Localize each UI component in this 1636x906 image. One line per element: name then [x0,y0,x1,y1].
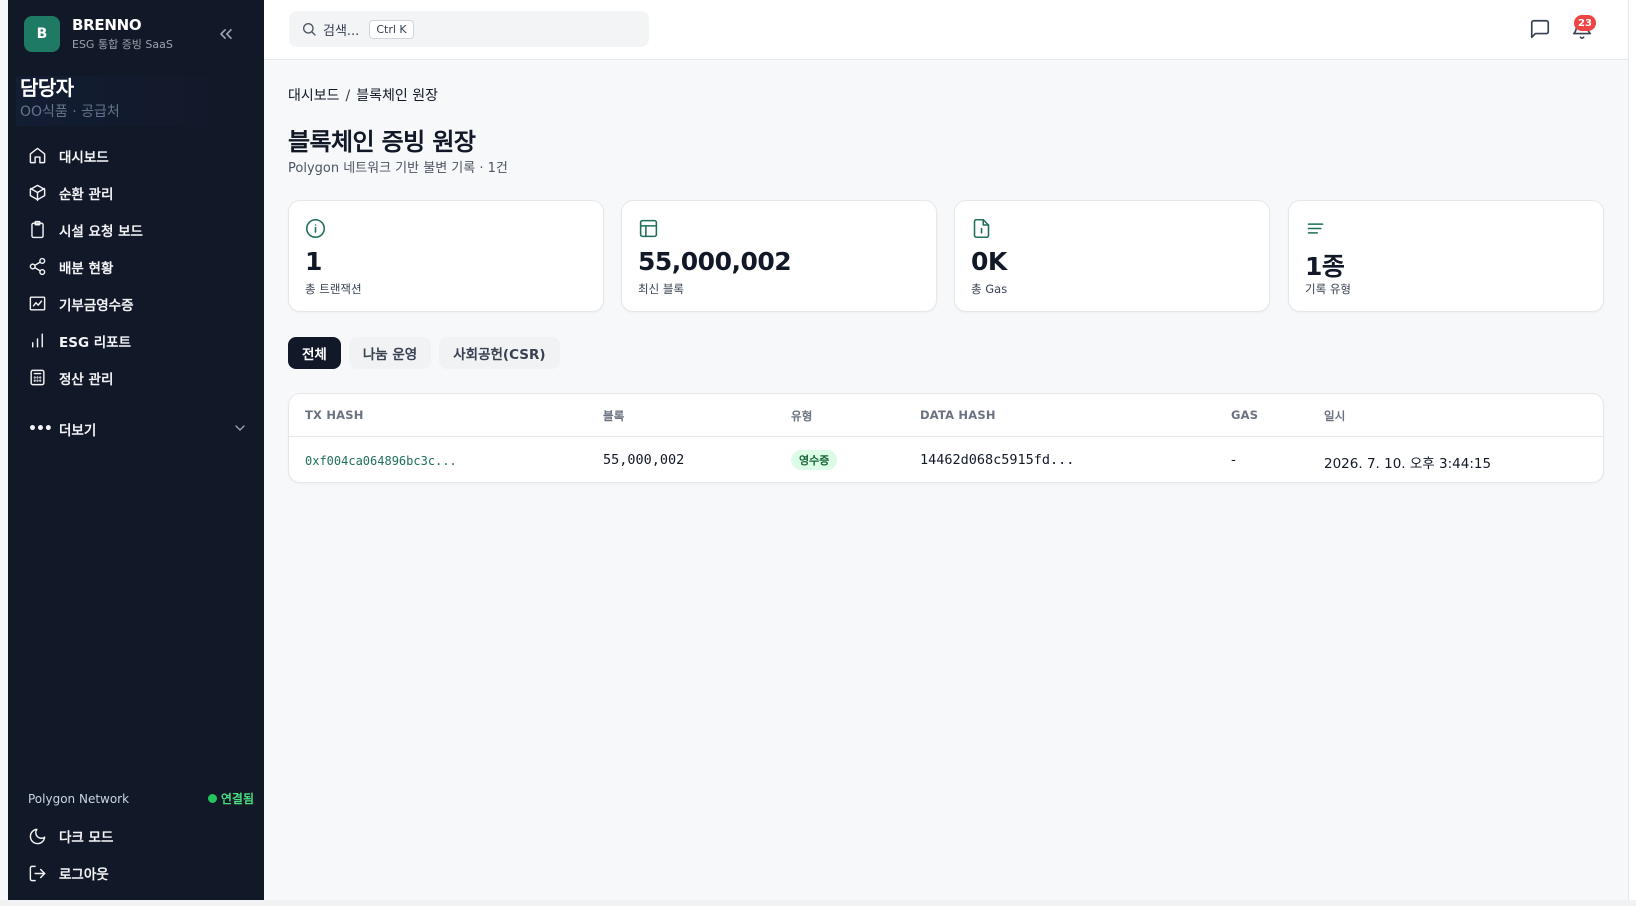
breadcrumb-root[interactable]: 대시보드 [288,88,340,104]
status-dot-icon [207,794,217,803]
brand-subtitle: ESG 통합 증빙 SaaS [72,38,173,51]
stat-value: 55,000,002 [638,247,792,276]
logout-icon [29,865,46,881]
column-header-gas[interactable]: GAS [1231,408,1258,422]
page-subtitle: Polygon 네트워크 기반 불변 기록 · 1건 [288,161,508,176]
user-org: OO식품 · 공급처 [20,104,120,120]
column-header-tx-hash[interactable]: TX HASH [305,408,364,422]
receipt-icon [29,296,46,311]
stat-value: 1 [305,247,322,276]
chevron-down-icon [235,425,245,431]
box-icon [29,184,46,202]
dark-mode-label: 다크 모드 [59,830,114,846]
search-input[interactable]: 검색... Ctrl K [289,11,649,47]
tab-sharing-operations[interactable]: 나눔 운영 [348,337,432,369]
datetime: 2026. 7. 10. 오후 3:44:15 [1324,456,1492,472]
gas-value: - [1231,452,1236,468]
breadcrumb-separator: / [345,88,351,104]
network-status-row: Polygon Network 연결됨 [28,790,254,807]
topbar: 검색... Ctrl K 23 [264,0,1628,60]
bar-chart-icon [32,333,43,348]
breadcrumb-current: 블록체인 원장 [356,88,438,104]
block-number: 55,000,002 [603,452,685,468]
breadcrumb: 대시보드 / 블록체인 원장 [288,85,438,105]
logout-button[interactable]: 로그아웃 [28,857,248,889]
info-icon [305,218,326,239]
column-header-data-hash[interactable]: DATA HASH [920,408,996,422]
sidebar: B BRENNO ESG 통합 증빙 SaaS 담당자 OO식품 · 공급처 대… [8,0,264,900]
sidebar-item-esg-report[interactable]: ESG 리포트 [24,322,248,359]
more-dots-icon: ••• [28,421,53,437]
bottom-edge [0,900,1636,906]
network-status: 연결됨 [207,790,254,807]
dark-mode-toggle[interactable]: 다크 모드 [28,820,248,852]
sidebar-item-facility-requests[interactable]: 시설 요청 보드 [24,211,248,248]
search-placeholder: 검색... [323,23,360,39]
stat-value: 1종 [1305,252,1345,281]
sidebar-more-toggle[interactable]: ••• 더보기 [24,413,248,445]
type-badge: 영수증 [791,450,838,470]
collapse-sidebar-icon[interactable] [216,24,236,44]
stat-card-transactions: 1 총 트랜잭션 [288,200,604,312]
sidebar-more-label: 더보기 [59,423,97,439]
table-header: TX HASH 블록 유형 DATA HASH GAS 일시 [289,394,1603,437]
stat-value: 0K [971,247,1007,276]
sidebar-item-label: 배분 현황 [59,260,114,277]
stat-label: 최신 블록 [638,282,684,296]
tab-all[interactable]: 전체 [288,337,341,369]
sidebar-item-settlement[interactable]: 정산 관리 [24,359,248,396]
search-shortcut: Ctrl K [369,19,414,39]
file-icon [973,218,990,239]
network-name: Polygon Network [28,791,130,806]
filter-tabs: 전체 나눔 운영 사회공헌(CSR) [288,337,568,369]
calculator-icon [30,369,45,386]
layout-icon [639,219,658,238]
sidebar-item-circulation[interactable]: 순환 관리 [24,174,248,211]
home-icon [29,147,46,164]
stat-card-record-types: 1종 기록 유형 [1288,200,1604,312]
stat-label: 총 Gas [971,282,1008,296]
sidebar-item-label: 시설 요청 보드 [59,223,143,240]
sidebar-item-label: ESG 리포트 [59,334,131,351]
user-role: 담당자 [20,76,74,100]
notification-badge: 23 [1574,15,1596,31]
logout-label: 로그아웃 [59,867,109,883]
data-hash: 14462d068c5915fd... [920,452,1075,468]
sidebar-nav: 대시보드 순환 관리 시설 요청 보드 배분 현황 기부금영수증 ESG 리포트… [24,137,248,396]
sidebar-item-label: 기부금영수증 [59,297,134,314]
list-icon [1307,223,1324,234]
page-title: 블록체인 증빙 원장 [288,128,476,156]
column-header-block[interactable]: 블록 [603,408,625,424]
tab-csr[interactable]: 사회공헌(CSR) [439,337,560,369]
moon-icon [29,828,46,844]
sidebar-item-donation-receipts[interactable]: 기부금영수증 [24,285,248,322]
brand-text: BRENNO ESG 통합 증빙 SaaS [72,16,173,52]
user-profile: 담당자 OO식품 · 공급처 [16,76,254,126]
brand[interactable]: B BRENNO ESG 통합 증빙 SaaS [24,16,173,52]
stat-card-latest-block: 55,000,002 최신 블록 [621,200,937,312]
scrollbar-track[interactable] [1628,0,1636,906]
search-icon [303,23,316,36]
brand-name: BRENNO [72,16,142,34]
sidebar-item-label: 순환 관리 [59,186,114,203]
column-header-datetime[interactable]: 일시 [1324,408,1346,424]
sidebar-item-label: 대시보드 [59,149,109,166]
stat-card-total-gas: 0K 총 Gas [954,200,1270,312]
column-header-type[interactable]: 유형 [791,408,813,424]
ledger-table: TX HASH 블록 유형 DATA HASH GAS 일시 0xf004ca0… [288,393,1604,483]
stat-label: 기록 유형 [1305,282,1351,296]
share-icon [29,257,46,276]
network-status-label: 연결됨 [220,792,254,806]
stat-label: 총 트랜잭션 [305,282,362,296]
brand-logo: B [24,16,60,52]
sidebar-item-distribution[interactable]: 배분 현황 [24,248,248,285]
tx-hash-link[interactable]: 0xf004ca064896bc3c... [305,454,457,468]
message-icon[interactable] [1529,18,1551,40]
sidebar-item-label: 정산 관리 [59,371,114,388]
clipboard-icon [31,220,44,239]
sidebar-item-dashboard[interactable]: 대시보드 [24,137,248,174]
